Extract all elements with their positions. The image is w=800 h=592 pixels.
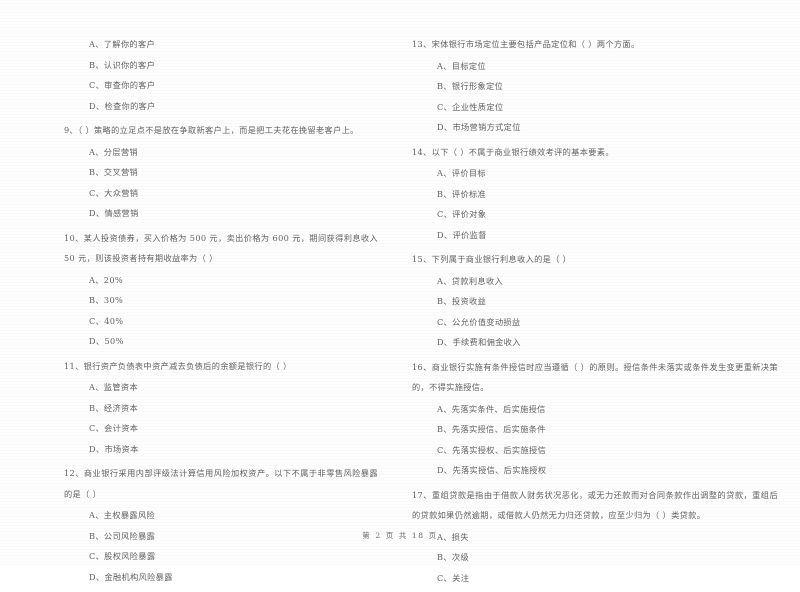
question-stem: 12、商业银行采用内部评级法计算信用风险加权资产。以下不属于非零售风险暴露的是（… bbox=[64, 468, 378, 499]
question-block-8-options: A、了解你的客户 B、认识你的客户 C、审查你的客户 D、检查你的客户 bbox=[64, 34, 378, 116]
option-item[interactable]: C、40% bbox=[64, 311, 378, 332]
question-block-14: 14、以下（ ）不属于商业银行绩效考评的基本要素。 A、评价目标 B、评价标准 … bbox=[412, 142, 778, 246]
option-item[interactable]: D、先落实授信、后实施授权 bbox=[412, 460, 778, 481]
question-block-9: 9、（ ）策略的立足点不是放在争取新客户上，而是把工夫花在挽留老客户上。 A、分… bbox=[64, 120, 378, 224]
option-item[interactable]: B、交叉营销 bbox=[64, 162, 378, 183]
question-stem: 17、重组贷款是指由于借款人财务状况恶化，或无力还款而对合同条款作出调整的贷款，… bbox=[412, 489, 778, 521]
question-block-15: 15、下列属于商业银行利息收入的是（ ） A、贷款利息收入 B、投资收益 C、公… bbox=[412, 249, 778, 353]
page-footer: 第 2 页 共 18 页 bbox=[362, 531, 438, 540]
question-stem: 13、宋体银行市场定位主要包括产品定位和（ ）两个方面。 bbox=[412, 39, 640, 49]
option-item[interactable]: C、大众营销 bbox=[64, 183, 378, 204]
option-item[interactable]: C、审查你的客户 bbox=[64, 75, 378, 96]
question-stem: 11、银行资产负债表中资产减去负债后的余额是银行的（ ） bbox=[64, 360, 292, 371]
option-list: A、主权暴露风险 B、公司风险暴露 C、股权风险暴露 D、金融机构风险暴露 bbox=[64, 505, 378, 587]
option-item[interactable]: D、情感营销 bbox=[64, 203, 378, 224]
option-list: A、分层营销 B、交叉营销 C、大众营销 D、情感营销 bbox=[64, 142, 378, 224]
option-item[interactable]: D、评价监督 bbox=[412, 225, 778, 246]
option-item[interactable]: D、市场营销方式定位 bbox=[412, 117, 778, 138]
left-column: A、了解你的客户 B、认识你的客户 C、审查你的客户 D、检查你的客户 9、（ … bbox=[0, 34, 400, 591]
option-item[interactable]: A、监管资本 bbox=[64, 377, 378, 398]
option-item[interactable]: B、先落实授信、后实施条件 bbox=[412, 419, 778, 440]
question-block-12: 12、商业银行采用内部评级法计算信用风险加权资产。以下不属于非零售风险暴露的是（… bbox=[64, 463, 378, 587]
option-item[interactable]: B、次级 bbox=[412, 547, 778, 568]
question-block-10: 10、某人投资债券，买入价格为 500 元，卖出价格为 600 元，期间获得利息… bbox=[64, 228, 378, 352]
option-item[interactable]: A、评价目标 bbox=[412, 163, 778, 184]
option-item[interactable]: D、50% bbox=[64, 331, 378, 352]
option-list: A、评价目标 B、评价标准 C、评价对象 D、评价监督 bbox=[412, 163, 778, 245]
question-columns: A、了解你的客户 B、认识你的客户 C、审查你的客户 D、检查你的客户 9、（ … bbox=[0, 34, 800, 583]
option-item[interactable]: B、银行形象定位 bbox=[412, 76, 778, 97]
exam-page: A、了解你的客户 B、认识你的客户 C、审查你的客户 D、检查你的客户 9、（ … bbox=[0, 0, 800, 583]
question-stem: 10、某人投资债券，买入价格为 500 元，卖出价格为 600 元，期间获得利息… bbox=[64, 232, 378, 264]
option-list: A、先落实条件、后实施授信 B、先落实授信、后实施条件 C、先落实授权、后实施授… bbox=[412, 399, 778, 481]
option-list: A、监管资本 B、经济资本 C、会计资本 D、市场资本 bbox=[64, 377, 378, 459]
option-list: A、20% B、30% C、40% D、50% bbox=[64, 270, 378, 352]
option-item[interactable]: C、公允价值变动损益 bbox=[412, 312, 778, 333]
question-stem: 15、下列属于商业银行利息收入的是（ ） bbox=[412, 254, 572, 264]
question-block-13: 13、宋体银行市场定位主要包括产品定位和（ ）两个方面。 A、目标定位 B、银行… bbox=[412, 34, 778, 138]
option-item[interactable]: A、先落实条件、后实施授信 bbox=[412, 399, 778, 420]
option-item[interactable]: C、先落实授权、后实施授信 bbox=[412, 440, 778, 461]
question-block-11: 11、银行资产负债表中资产减去负债后的余额是银行的（ ） A、监管资本 B、经济… bbox=[64, 356, 378, 460]
question-stem: 14、以下（ ）不属于商业银行绩效考评的基本要素。 bbox=[412, 146, 614, 157]
option-item[interactable]: C、评价对象 bbox=[412, 204, 778, 225]
option-list: A、了解你的客户 B、认识你的客户 C、审查你的客户 D、检查你的客户 bbox=[64, 34, 378, 116]
option-item[interactable]: B、30% bbox=[64, 290, 378, 311]
question-block-16: 16、商业银行实施有条件授信时应当遵循（ ）的原则。授信条件未落实或条件发生变更… bbox=[412, 357, 778, 481]
option-item[interactable]: A、了解你的客户 bbox=[64, 34, 378, 55]
option-item[interactable]: C、股权风险暴露 bbox=[64, 546, 378, 567]
option-item[interactable]: C、关注 bbox=[412, 568, 778, 589]
option-item[interactable]: B、投资收益 bbox=[412, 291, 778, 312]
option-item[interactable]: A、20% bbox=[64, 270, 378, 291]
option-list: A、目标定位 B、银行形象定位 C、企业性质定位 D、市场营销方式定位 bbox=[412, 56, 778, 138]
option-item[interactable]: B、评价标准 bbox=[412, 184, 778, 205]
question-stem: 9、（ ）策略的立足点不是放在争取新客户上，而是把工夫花在挽留老客户上。 bbox=[64, 125, 359, 135]
option-item[interactable]: D、金融机构风险暴露 bbox=[64, 567, 378, 588]
question-stem: 16、商业银行实施有条件授信时应当遵循（ ）的原则。授信条件未落实或条件发生变更… bbox=[412, 361, 778, 393]
option-list: A、贷款利息收入 B、投资收益 C、公允价值变动损益 D、手续费和佣金收入 bbox=[412, 271, 778, 353]
option-item[interactable]: D、检查你的客户 bbox=[64, 96, 378, 117]
option-item[interactable]: A、目标定位 bbox=[412, 56, 778, 77]
option-item[interactable]: D、手续费和佣金收入 bbox=[412, 332, 778, 353]
option-item[interactable]: D、市场资本 bbox=[64, 439, 378, 460]
option-item[interactable]: B、经济资本 bbox=[64, 398, 378, 419]
right-column: 13、宋体银行市场定位主要包括产品定位和（ ）两个方面。 A、目标定位 B、银行… bbox=[400, 34, 800, 592]
option-item[interactable]: A、贷款利息收入 bbox=[412, 271, 778, 292]
option-item[interactable]: A、主权暴露风险 bbox=[64, 505, 378, 526]
option-item[interactable]: A、分层营销 bbox=[64, 142, 378, 163]
option-item[interactable]: C、企业性质定位 bbox=[412, 97, 778, 118]
option-item[interactable]: B、认识你的客户 bbox=[64, 55, 378, 76]
option-item[interactable]: C、会计资本 bbox=[64, 418, 378, 439]
